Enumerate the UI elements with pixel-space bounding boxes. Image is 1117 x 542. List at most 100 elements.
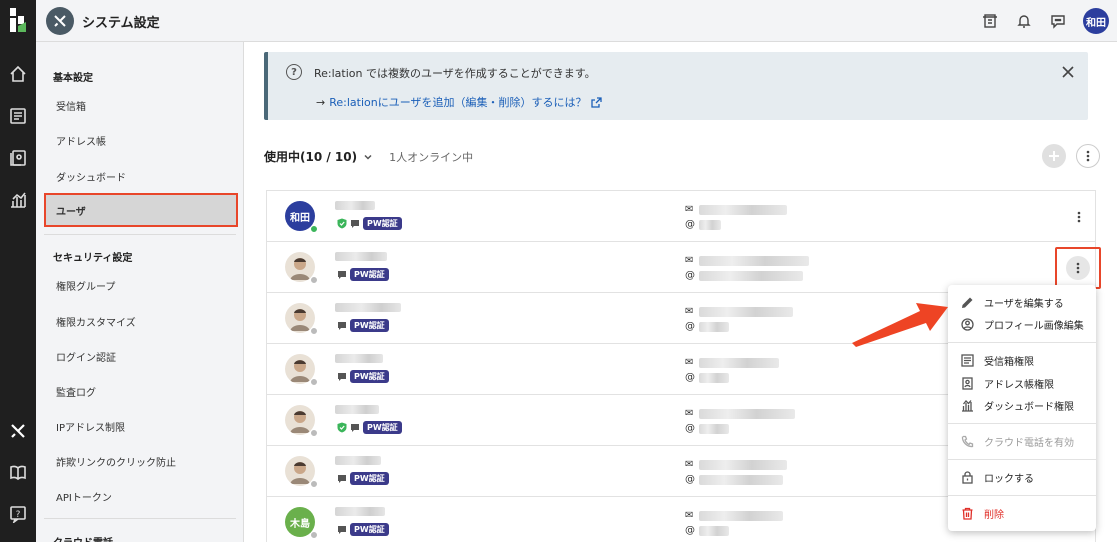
at-icon: @ xyxy=(685,372,695,383)
section-heading-security: セキュリティ設定 xyxy=(53,253,133,264)
email-redacted xyxy=(699,357,779,368)
email-redacted xyxy=(699,510,783,521)
sidebar-item-users[interactable]: ユーザ xyxy=(44,193,238,227)
presence-indicator xyxy=(310,276,318,284)
at-icon: @ xyxy=(685,219,695,230)
user-contact: ✉ @ xyxy=(685,202,787,232)
user-contact: ✉ @ xyxy=(685,508,783,538)
trash-icon xyxy=(960,506,974,520)
menu-divider xyxy=(948,495,1096,496)
user-badges: PW認証 xyxy=(337,319,389,332)
banner-message: Re:lation では複数のユーザを作成することができます。 xyxy=(314,67,596,80)
sidebar-divider xyxy=(44,234,236,235)
sidebar-item-inbox[interactable]: 受信箱 xyxy=(56,98,86,113)
user-action-menu: ユーザを編集する プロフィール画像編集 受信箱権限 アドレス帳権限 ダッシュボー… xyxy=(948,285,1096,531)
pw-auth-badge: PW認証 xyxy=(363,421,402,434)
user-name-redacted xyxy=(335,354,383,363)
user-badges: PW認証 xyxy=(337,268,389,281)
username-redacted xyxy=(699,219,721,230)
menu-dashboard-permission[interactable]: ダッシュボード権限 xyxy=(948,395,1096,415)
row-menu-button[interactable] xyxy=(1067,205,1091,229)
app-icon-rail: ? xyxy=(0,0,36,542)
chat-support-icon[interactable] xyxy=(1049,12,1067,30)
close-icon[interactable] xyxy=(1062,66,1074,81)
pw-auth-badge: PW認証 xyxy=(350,370,389,383)
menu-lock-user[interactable]: ロックする xyxy=(948,467,1096,487)
sidebar-item-login-auth[interactable]: ログイン認証 xyxy=(56,349,116,364)
email-redacted xyxy=(699,255,809,266)
help-icon[interactable]: ? xyxy=(8,504,28,524)
user-contact: ✉ @ xyxy=(685,304,793,334)
menu-enable-cloud-phone: クラウド電話を有効 xyxy=(948,431,1096,451)
list-options-button[interactable] xyxy=(1076,144,1100,168)
inbox-rail-icon[interactable] xyxy=(8,106,28,126)
menu-item-label: 削除 xyxy=(984,509,1004,521)
shield-icon xyxy=(337,422,347,433)
banner-help-link[interactable]: → Re:lationにユーザを追加（編集・削除）するには？ xyxy=(316,94,602,110)
sidebar-item-permission-groups[interactable]: 権限グループ xyxy=(56,278,115,293)
mail-icon: ✉ xyxy=(685,306,694,317)
svg-text:?: ? xyxy=(16,510,21,520)
user-badges: PW認証 xyxy=(337,472,389,485)
relation-logo[interactable] xyxy=(8,8,28,34)
shield-icon xyxy=(337,218,347,229)
username-redacted xyxy=(699,423,729,434)
menu-item-label: プロフィール画像編集 xyxy=(984,320,1084,332)
whats-new-icon[interactable] xyxy=(981,12,999,30)
username-redacted xyxy=(699,525,729,536)
more-vertical-icon xyxy=(1076,262,1080,274)
chat-icon xyxy=(338,270,346,279)
bell-icon[interactable] xyxy=(1015,12,1033,30)
sidebar-item-dashboard[interactable]: ダッシュボード xyxy=(56,169,126,184)
menu-inbox-permission[interactable]: 受信箱権限 xyxy=(948,350,1096,370)
manual-book-icon[interactable] xyxy=(8,462,28,482)
settings-tools-icon[interactable] xyxy=(8,421,28,441)
menu-divider xyxy=(948,459,1096,460)
user-name-redacted xyxy=(335,303,401,312)
menu-edit-profile-image[interactable]: プロフィール画像編集 xyxy=(948,314,1096,334)
banner-link-text[interactable]: Re:lationにユーザを追加（編集・削除）するには？ xyxy=(329,94,586,110)
username-redacted xyxy=(699,321,729,332)
sidebar-item-api-token[interactable]: APIトークン xyxy=(56,489,112,504)
inbox-icon xyxy=(960,353,974,367)
add-user-button[interactable] xyxy=(1042,144,1066,168)
address-book-rail-icon[interactable] xyxy=(8,148,28,168)
section-heading-basic: 基本設定 xyxy=(53,73,93,84)
sidebar-divider xyxy=(44,518,236,519)
section-heading-cloud-phone: クラウド電話 xyxy=(53,534,113,542)
sidebar-item-permission-customize[interactable]: 権限カスタマイズ xyxy=(56,314,136,329)
at-icon: @ xyxy=(685,474,695,485)
row-menu-button[interactable] xyxy=(1055,247,1101,289)
settings-sidebar: 基本設定 受信箱 アドレス帳 ダッシュボード ユーザ セキュリティ設定 権限グル… xyxy=(36,42,244,542)
mail-icon: ✉ xyxy=(685,408,694,419)
user-name-redacted xyxy=(335,252,387,261)
online-count: 1人オンライン中 xyxy=(389,150,474,164)
username-redacted xyxy=(699,474,783,485)
menu-item-label: 受信箱権限 xyxy=(984,356,1034,368)
more-vertical-icon xyxy=(1077,211,1081,223)
sidebar-item-address-book[interactable]: アドレス帳 xyxy=(56,133,106,148)
chat-icon xyxy=(338,321,346,330)
mail-icon: ✉ xyxy=(685,204,694,215)
chevron-down-icon[interactable] xyxy=(363,152,373,162)
external-link-icon xyxy=(590,96,602,108)
menu-address-book-permission[interactable]: アドレス帳権限 xyxy=(948,373,1096,393)
sidebar-item-audit-log[interactable]: 監査ログ xyxy=(56,384,96,399)
at-icon: @ xyxy=(685,270,695,281)
dashboard-rail-icon[interactable] xyxy=(8,190,28,210)
home-icon[interactable] xyxy=(8,64,28,84)
dashboard-icon xyxy=(960,398,974,412)
pw-auth-badge: PW認証 xyxy=(350,319,389,332)
menu-delete-user[interactable]: 削除 xyxy=(948,503,1096,523)
sidebar-item-ip-restriction[interactable]: IPアドレス制限 xyxy=(56,419,125,434)
menu-item-label: クラウド電話を有効 xyxy=(984,437,1074,449)
system-settings-title-group: システム設定 xyxy=(46,7,160,35)
usage-count[interactable]: 使用中(10 / 10) xyxy=(264,148,357,165)
menu-edit-user[interactable]: ユーザを編集する xyxy=(948,292,1096,312)
current-user-avatar[interactable]: 和田 xyxy=(1083,8,1109,34)
username-redacted xyxy=(699,372,729,383)
tools-icon xyxy=(46,7,74,35)
user-row[interactable]: 和田 PW認証 ✉ @ xyxy=(267,191,1095,242)
mail-icon: ✉ xyxy=(685,357,694,368)
sidebar-item-phishing-protection[interactable]: 詐欺リンクのクリック防止 xyxy=(56,454,176,469)
